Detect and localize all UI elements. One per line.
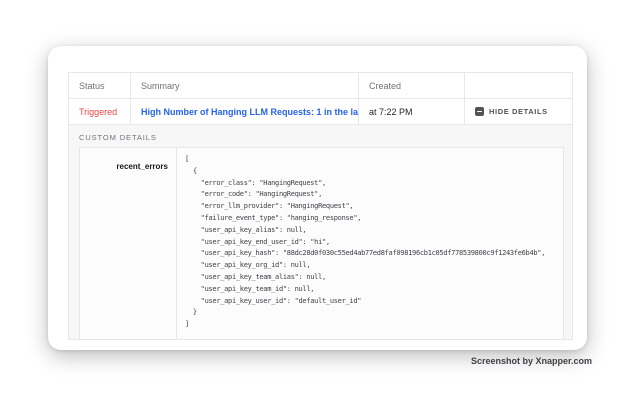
column-header-actions — [464, 73, 572, 99]
details-value-column: [ { "error_class": "HangingRequest", "er… — [177, 148, 563, 339]
summary-cell: High Number of Hanging LLM Requests: 1 i… — [130, 99, 358, 125]
custom-details-panel: CUSTOM DETAILS recent_errors [ { "error_… — [69, 125, 572, 339]
table-header-row: Status Summary Created — [69, 73, 572, 99]
created-cell: at 7:22 PM — [358, 99, 464, 125]
actions-cell: HIDE DETAILS — [464, 99, 572, 125]
alert-summary-link[interactable]: High Number of Hanging LLM Requests: 1 i… — [141, 107, 358, 117]
column-header-created: Created — [358, 73, 464, 99]
status-cell: Triggered — [69, 99, 130, 125]
custom-details-heading: CUSTOM DETAILS — [79, 133, 562, 142]
alerts-card: Status Summary Created Triggered High Nu… — [48, 46, 587, 350]
hide-details-label: HIDE DETAILS — [489, 107, 548, 116]
hide-details-button[interactable]: HIDE DETAILS — [475, 107, 548, 116]
xnapper-credit: Screenshot by Xnapper.com — [471, 356, 592, 366]
alerts-table: Status Summary Created Triggered High Nu… — [68, 72, 573, 340]
column-header-status: Status — [69, 73, 130, 99]
json-code: [ { "error_class": "HangingRequest", "er… — [177, 148, 563, 337]
column-header-summary: Summary — [130, 73, 358, 99]
details-key-column: recent_errors — [80, 148, 177, 339]
created-timestamp: at 7:22 PM — [369, 107, 413, 117]
collapse-minus-icon — [475, 107, 484, 116]
recent-errors-key: recent_errors — [116, 162, 168, 171]
details-code-box: recent_errors [ { "error_class": "Hangin… — [79, 147, 564, 340]
status-badge: Triggered — [79, 107, 117, 117]
table-row: Triggered High Number of Hanging LLM Req… — [69, 99, 572, 125]
